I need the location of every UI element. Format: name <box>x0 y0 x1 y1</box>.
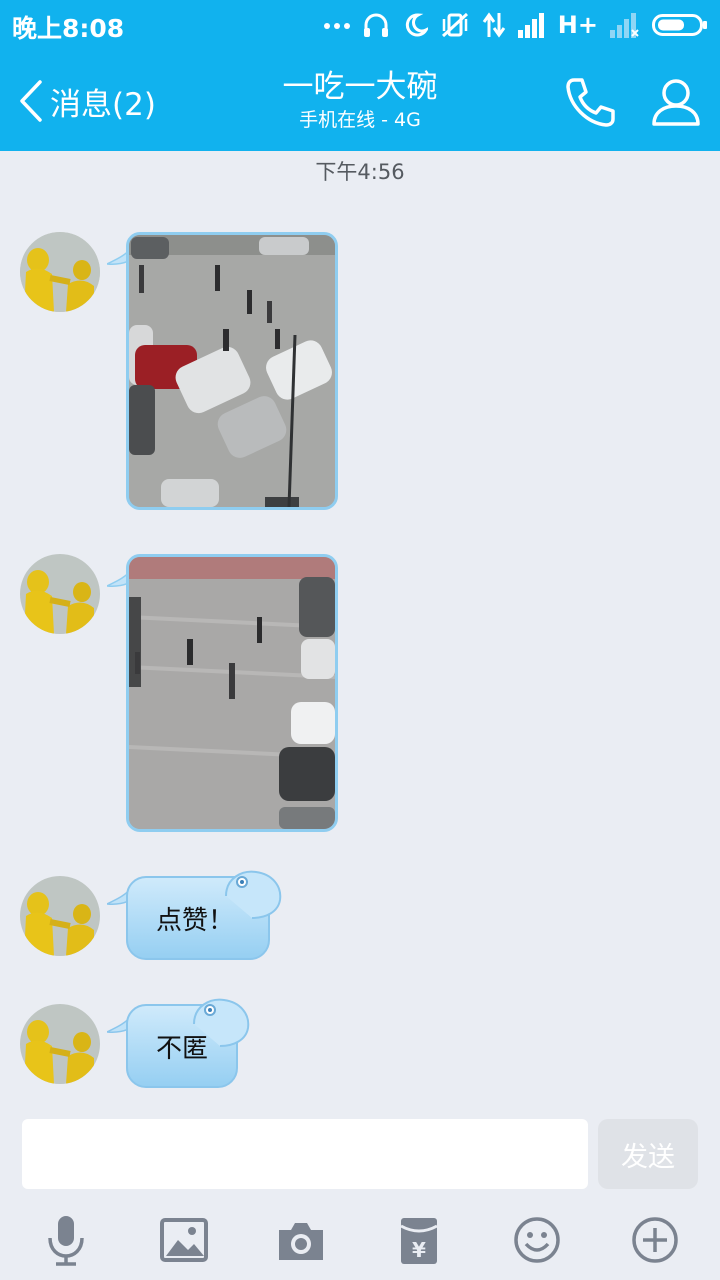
status-icons: H+ <box>323 8 708 42</box>
image-message[interactable] <box>126 232 338 510</box>
avatar[interactable] <box>20 1004 100 1084</box>
image-message[interactable] <box>126 554 338 832</box>
headphones-icon <box>363 13 388 37</box>
back-button[interactable]: 消息(2) <box>18 77 156 125</box>
more-dots-icon <box>323 23 350 29</box>
bubble-ear-decoration <box>225 870 282 919</box>
bubble-ear-decoration <box>193 998 250 1047</box>
contact-name: 一吃一大碗 <box>282 69 438 105</box>
back-label: 消息(2) <box>50 86 156 123</box>
network-label: H+ <box>557 11 598 39</box>
svg-text:¥: ¥ <box>412 1238 426 1262</box>
title-block: 一吃一大碗 手机在线 - 4G <box>200 68 520 134</box>
send-label: 发送 <box>621 1141 675 1173</box>
plaza-photo <box>129 557 335 829</box>
avatar[interactable] <box>20 554 100 634</box>
chat-toolbar: ¥ <box>0 1200 720 1280</box>
message-input[interactable] <box>22 1119 588 1189</box>
emoji-icon <box>514 1217 560 1263</box>
moon-icon <box>405 13 428 37</box>
signal-icon <box>517 13 544 38</box>
camera-button[interactable] <box>275 1214 327 1266</box>
chat-timestamp: 下午4:56 <box>315 160 405 184</box>
avatar[interactable] <box>20 876 100 956</box>
gallery-button[interactable] <box>158 1214 210 1266</box>
send-button[interactable]: 发送 <box>598 1119 698 1189</box>
voice-button[interactable] <box>40 1214 92 1266</box>
phone-button[interactable] <box>560 72 620 132</box>
signal-weak-icon <box>610 13 639 38</box>
parking-lot-photo <box>129 235 335 507</box>
red-packet-button[interactable]: ¥ <box>393 1214 445 1266</box>
profile-icon <box>652 79 700 126</box>
contact-status: 手机在线 - 4G <box>299 109 421 131</box>
red-packet-icon: ¥ <box>400 1218 438 1264</box>
battery-icon <box>652 14 707 36</box>
status-bar: 晚上8:08 H+ <box>0 0 720 50</box>
chevron-left-icon <box>20 80 42 122</box>
microphone-icon <box>48 1216 84 1266</box>
image-icon <box>160 1218 208 1262</box>
chat-header: 消息(2) 一吃一大碗 手机在线 - 4G <box>0 50 720 151</box>
data-arrows-icon <box>482 12 506 38</box>
more-button[interactable] <box>629 1214 681 1266</box>
plus-icon <box>632 1217 678 1263</box>
avatar[interactable] <box>20 232 100 312</box>
profile-button[interactable] <box>646 72 706 132</box>
status-time: 晚上8:08 <box>12 14 125 43</box>
camera-icon <box>279 1223 323 1260</box>
phone-icon <box>566 78 615 127</box>
vibrate-off-icon <box>441 12 468 38</box>
emoji-button[interactable] <box>511 1214 563 1266</box>
